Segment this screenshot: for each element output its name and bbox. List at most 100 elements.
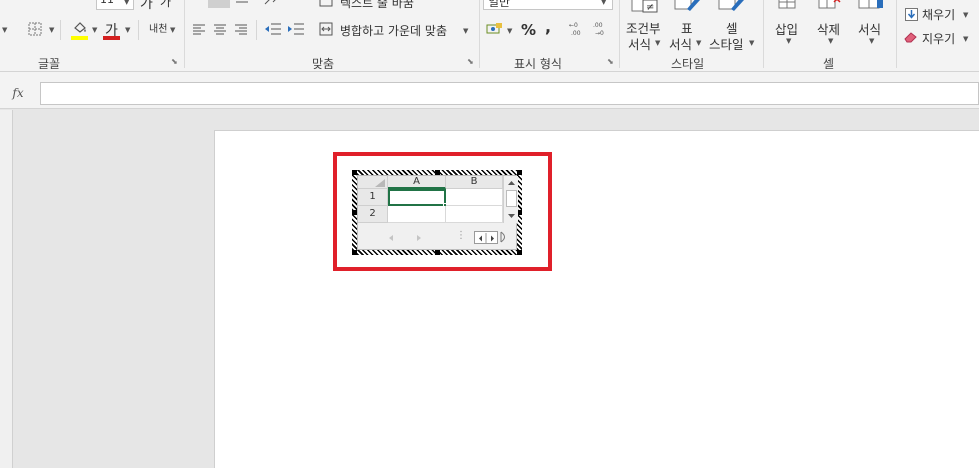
fill-color-icon[interactable] — [70, 18, 90, 38]
group-divider — [896, 0, 897, 68]
mini-sheet: A B 1 2 ⋮ — [357, 175, 518, 250]
wrap-text-icon[interactable] — [318, 0, 334, 8]
svg-text:.00: .00 — [571, 30, 581, 36]
merge-center-label[interactable]: 병합하고 가운데 맞춤 — [340, 22, 447, 39]
align-left-icon[interactable] — [191, 22, 207, 36]
align-top-button[interactable] — [208, 0, 230, 8]
chevron-down-icon: ▼ — [963, 35, 969, 43]
resize-handle[interactable] — [517, 170, 522, 175]
dialog-launcher-icon[interactable]: ⬊ — [171, 57, 180, 66]
divider — [60, 20, 61, 40]
chevron-down-icon[interactable]: ▼ — [2, 26, 7, 34]
cell-styles-label-2: 스타일 — [709, 37, 744, 52]
decrease-indent-icon[interactable] — [263, 21, 283, 37]
cell-b2[interactable] — [446, 206, 503, 223]
conditional-formatting-icon[interactable]: ≠ — [630, 0, 660, 14]
chevron-down-icon[interactable]: ▼ — [49, 26, 54, 34]
column-header[interactable]: B — [446, 176, 503, 189]
chevron-down-icon[interactable]: ▼ — [170, 26, 175, 34]
group-label-styles: 스타일 — [671, 57, 705, 71]
chevron-down-icon[interactable]: ▼ — [507, 27, 512, 35]
chevron-down-icon[interactable]: ▼ — [92, 26, 97, 34]
add-sheet-icon[interactable] — [499, 231, 509, 243]
scroll-up-icon[interactable] — [504, 178, 519, 188]
wrap-text-label[interactable]: 텍스트 줄 바꿈 — [340, 0, 414, 11]
decrease-decimal-icon[interactable]: .00 →0 — [593, 19, 613, 37]
group-label-number: 표시 형식 — [514, 57, 562, 71]
svg-text:≠: ≠ — [646, 2, 654, 13]
cell-a1[interactable] — [388, 189, 446, 206]
cell-a2[interactable] — [388, 206, 446, 223]
font-color-swatch — [103, 36, 120, 40]
orientation-icon[interactable] — [262, 0, 282, 8]
scroll-down-icon[interactable] — [504, 211, 519, 221]
increase-decimal-icon[interactable]: ←0.00 — [569, 19, 589, 37]
format-cells-icon[interactable] — [856, 0, 886, 12]
chevron-down-icon: ▼ — [828, 37, 834, 45]
scroll-thumb[interactable] — [506, 190, 517, 207]
group-divider — [619, 0, 620, 68]
insert-cells-icon[interactable] — [775, 0, 799, 12]
dialog-launcher-icon[interactable]: ⬊ — [467, 57, 476, 66]
number-format-value: 일반 — [488, 0, 511, 9]
delete-cells-icon[interactable] — [816, 0, 842, 12]
fill-down-icon — [904, 7, 918, 21]
number-format-select[interactable]: 일반 ▼ — [483, 0, 613, 10]
embedded-sheet-object[interactable]: A B 1 2 ⋮ — [352, 170, 522, 255]
dialog-launcher-icon[interactable]: ⬊ — [607, 57, 616, 66]
align-center-icon[interactable] — [212, 22, 228, 36]
increase-font-button[interactable]: 가 — [140, 0, 153, 13]
phonetic-button[interactable]: 내천 — [149, 20, 167, 35]
borders-icon[interactable] — [26, 20, 44, 38]
document-page — [214, 130, 979, 468]
chevron-down-icon: ▼ — [655, 39, 661, 47]
mini-grid: A B 1 2 — [358, 176, 518, 223]
conditional-formatting-label-2: 서식 — [628, 37, 652, 52]
cell-styles-icon[interactable] — [716, 0, 746, 14]
horizontal-scroll-control[interactable] — [474, 231, 498, 244]
clear-label: 지우기 — [922, 32, 956, 46]
tab-scroll-left-icon[interactable] — [386, 233, 396, 243]
group-label-font: 글꼴 — [38, 57, 61, 71]
font-size-value: 11 — [100, 0, 114, 6]
group-divider — [184, 0, 185, 68]
insert-function-button[interactable]: fx — [0, 82, 36, 104]
fill-color-swatch — [71, 36, 88, 40]
group-divider — [763, 0, 764, 68]
fill-label: 채우기 — [922, 8, 956, 22]
group-label-cells: 셀 — [823, 57, 835, 71]
chevron-down-icon: ▼ — [869, 37, 875, 45]
font-size-select[interactable]: 11 ▼ — [96, 0, 134, 10]
increase-indent-icon[interactable] — [286, 21, 306, 37]
left-gutter — [0, 110, 13, 468]
column-header[interactable]: A — [388, 176, 446, 189]
select-all-corner[interactable] — [358, 176, 388, 189]
accounting-format-icon[interactable] — [485, 21, 505, 37]
cell-b1[interactable] — [446, 189, 503, 206]
format-as-table-icon[interactable] — [672, 0, 702, 14]
row-header[interactable]: 1 — [358, 189, 388, 206]
ribbon: ▼ 11 ▼ 가 가 ▼ ▼ 가 ▼ 내천 ▼ 글꼴 ⬊ — [0, 0, 979, 72]
format-cells-label: 서식 — [858, 22, 882, 37]
chevron-down-icon: ▼ — [124, 0, 130, 6]
tab-split-handle-icon[interactable]: ⋮ — [456, 230, 466, 241]
chevron-down-icon[interactable]: ▼ — [125, 26, 130, 34]
chevron-down-icon: ▼ — [749, 39, 755, 47]
align-middle-icon[interactable] — [233, 0, 251, 8]
tab-scroll-right-icon[interactable] — [414, 233, 424, 243]
vertical-scrollbar[interactable] — [503, 176, 518, 223]
align-right-icon[interactable] — [233, 22, 249, 36]
divider — [256, 20, 257, 40]
percent-style-button[interactable]: % — [521, 21, 536, 39]
decrease-font-button[interactable]: 가 — [160, 0, 171, 10]
merge-center-icon[interactable] — [318, 21, 334, 37]
format-as-table-label-2: 서식 — [669, 37, 693, 52]
chevron-down-icon[interactable]: ▼ — [463, 27, 468, 35]
group-divider — [479, 0, 480, 68]
chevron-down-icon: ▼ — [786, 37, 792, 45]
formula-input[interactable] — [40, 82, 979, 105]
comma-style-button[interactable]: , — [545, 17, 551, 36]
divider — [138, 20, 139, 40]
row-header[interactable]: 2 — [358, 206, 388, 223]
resize-handle[interactable] — [352, 250, 357, 255]
